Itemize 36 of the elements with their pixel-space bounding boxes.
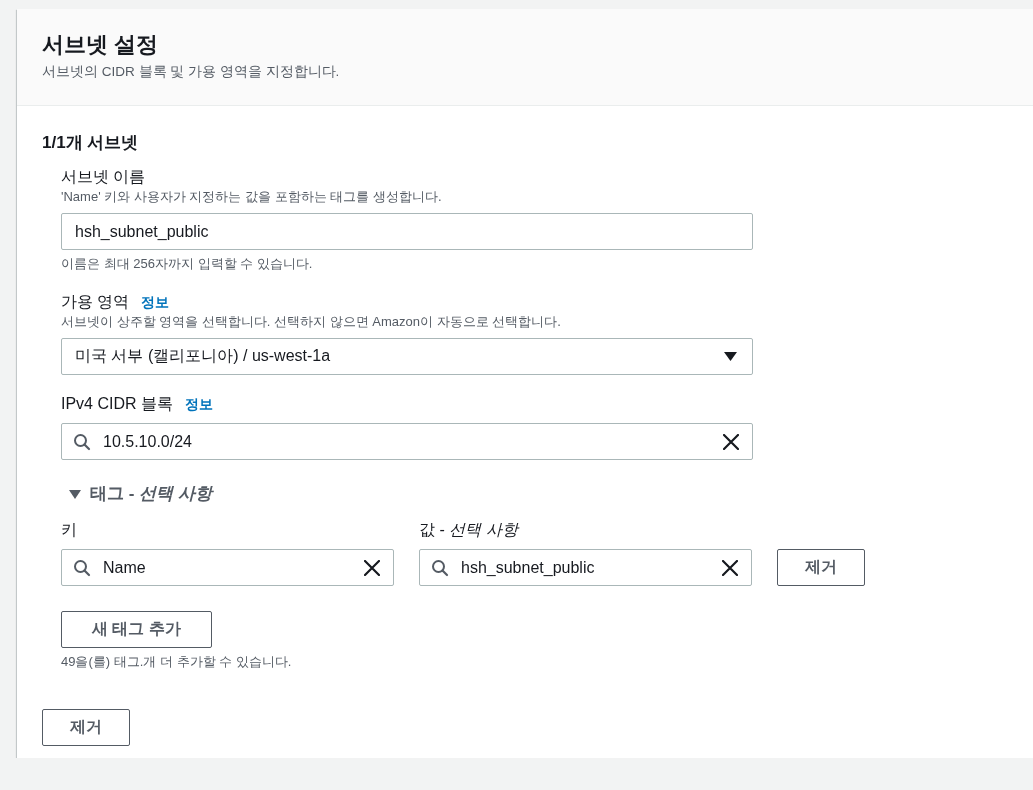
field-constraint: 이름은 최대 256자까지 입력할 수 있습니다. <box>61 255 314 273</box>
field-description: 서브넷이 상주할 영역을 선택합니다. 선택하지 않으면 Amazon이 자동으로 선택합니다. <box>61 313 562 331</box>
field-value: Name <box>103 558 147 577</box>
info-link[interactable]: 정보 <box>141 294 170 312</box>
field-value: hsh_subnet_public <box>75 222 210 241</box>
section-heading: 1/1개 서브넷 <box>42 132 140 154</box>
search-icon <box>73 432 91 451</box>
tags-toggle[interactable]: 태그 - 선택 사항 <box>90 482 212 505</box>
search-field[interactable]: Name <box>61 549 394 586</box>
close-icon[interactable] <box>722 559 738 576</box>
panel-description: 서브넷의 CIDR 블록 및 가용 영역을 지정합니다. <box>42 63 341 81</box>
remove-button[interactable]: 제거 <box>777 549 865 586</box>
field-label: IPv4 CIDR 블록 <box>61 394 173 414</box>
key-label: 키 <box>61 520 78 540</box>
add-tag-button[interactable]: 새 태그 추가 <box>61 611 212 648</box>
field-description: 'Name' 키와 사용자가 지정하는 값을 포함하는 태그를 생성합니다. <box>61 188 443 206</box>
search-icon <box>431 558 449 577</box>
field-value: 미국 서부 (캘리포니아) / us-west-1a <box>75 346 332 366</box>
field-value: hsh_subnet_public <box>461 558 596 577</box>
caret-icon[interactable] <box>69 487 81 500</box>
search-icon <box>73 558 91 577</box>
field-value: 10.5.10.0/24 <box>103 432 193 451</box>
field-label: 가용 영역 <box>61 292 130 312</box>
close-icon[interactable] <box>364 559 380 576</box>
info-link[interactable]: 정보 <box>185 396 213 414</box>
input-field[interactable]: hsh_subnet_public <box>61 213 753 250</box>
dropdown-field[interactable]: 미국 서부 (캘리포니아) / us-west-1a <box>61 338 753 375</box>
panel-title: 서브넷 설정 <box>42 31 160 59</box>
caret-icon <box>724 352 737 361</box>
search-field[interactable]: hsh_subnet_public <box>419 549 752 586</box>
search-field[interactable]: 10.5.10.0/24 <box>61 423 753 460</box>
remove-button[interactable]: 제거 <box>42 709 130 746</box>
close-icon[interactable] <box>723 433 739 450</box>
field-label: 서브넷 이름 <box>61 167 146 187</box>
tag-limit-note: 49을(를) 태그.개 더 추가할 수 있습니다. <box>61 653 293 671</box>
value-label: 값 - 선택 사항 <box>419 520 521 540</box>
